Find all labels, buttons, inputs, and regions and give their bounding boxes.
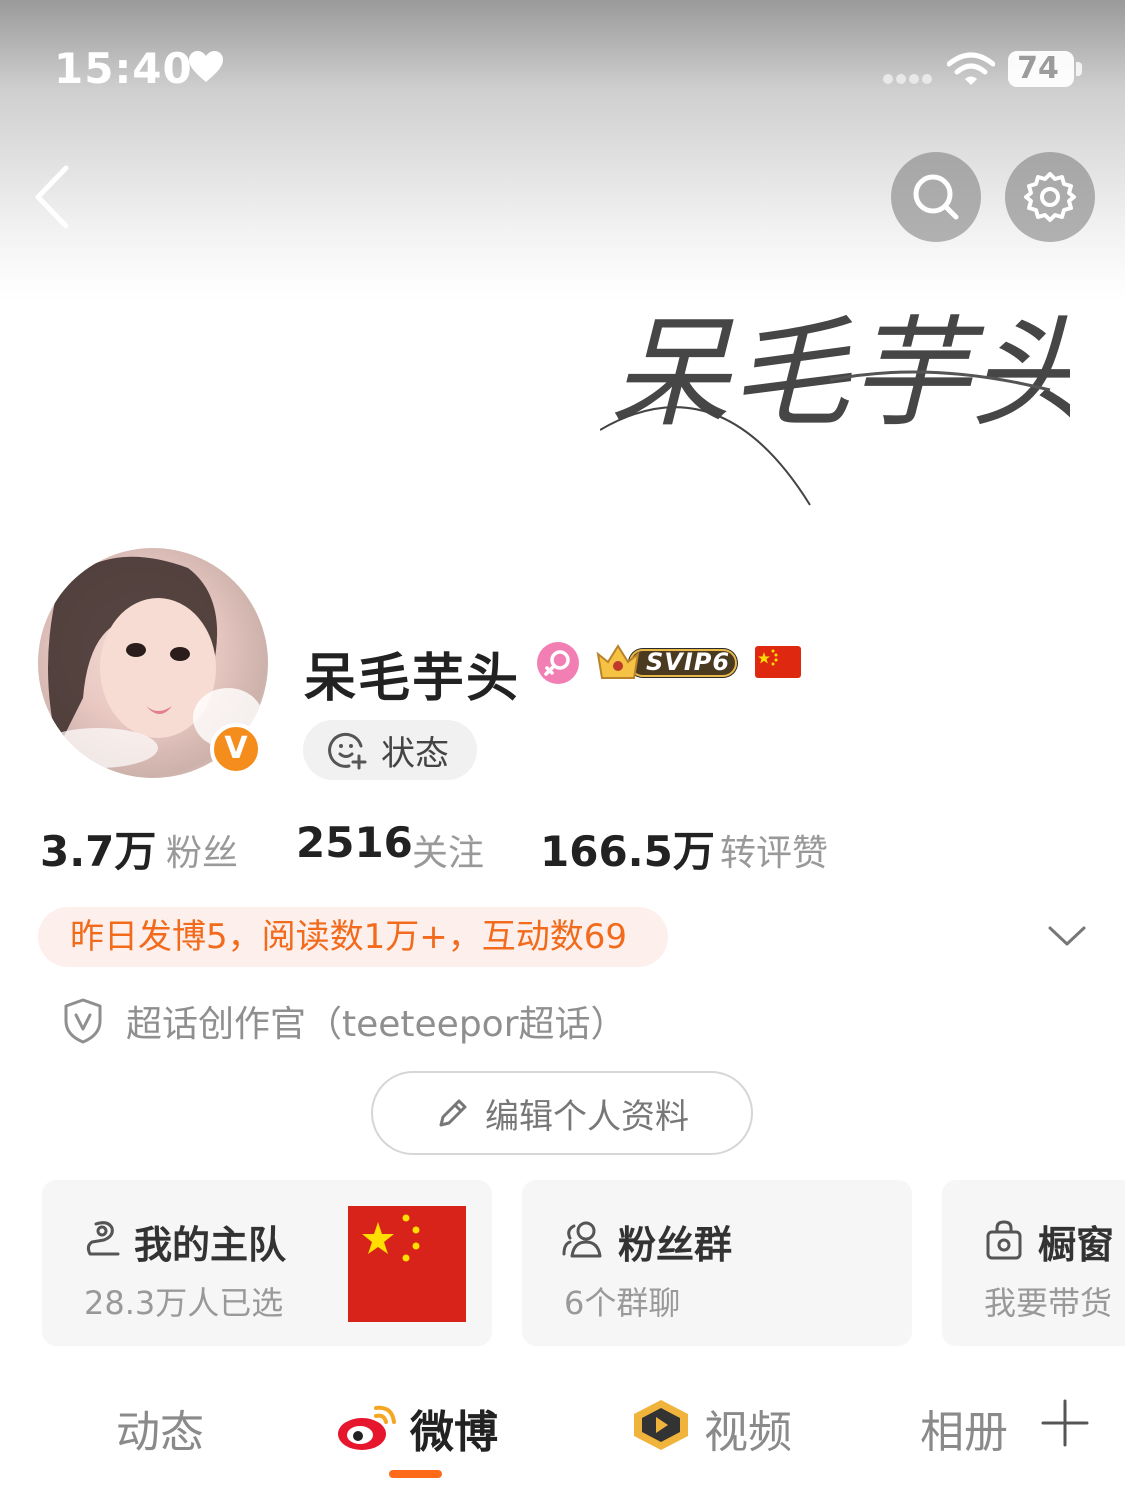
battery-tip — [1076, 62, 1082, 76]
settings-button[interactable] — [1005, 152, 1095, 242]
shield-icon — [64, 998, 102, 1044]
pencil-icon — [439, 1099, 467, 1127]
female-gender-icon — [537, 642, 579, 684]
emoji-add-icon — [328, 732, 367, 770]
weibo-logo-icon — [338, 1405, 396, 1450]
tab-album[interactable]: 相册 — [920, 1396, 1008, 1460]
battery-indicator: 74 — [1008, 51, 1074, 87]
creator-title[interactable]: 超话创作官（teeteepor超话） — [62, 994, 627, 1048]
team-icon — [86, 1221, 120, 1256]
svip-badge-text: SVIP6 — [646, 648, 731, 676]
verified-badge: V — [210, 723, 262, 775]
card-showcase[interactable]: 橱窗 我要带货 — [942, 1180, 1125, 1346]
search-button[interactable] — [891, 152, 981, 242]
status-time: 15:40 — [54, 44, 193, 93]
shopping-bag-icon — [986, 1220, 1022, 1260]
cover-calligraphy-text: 呆毛芋头 — [610, 305, 1070, 444]
followers-label[interactable]: 粉丝 — [166, 824, 238, 876]
china-flag-icon — [755, 646, 801, 678]
battery-level: 74 — [1017, 51, 1059, 86]
group-icon — [562, 1221, 602, 1258]
search-icon — [913, 174, 959, 220]
card-showcase-subtitle: 我要带货 — [984, 1284, 1113, 1322]
chevron-down-icon[interactable] — [1046, 922, 1088, 950]
heart-icon — [189, 51, 223, 82]
status-button[interactable]: 状态 — [303, 720, 477, 780]
profile-tabs: 动态 微博 视频 相册 — [0, 1390, 1125, 1488]
card-home-team-title: 我的主队 — [134, 1223, 287, 1267]
edit-profile-label: 编辑个人资料 — [485, 1096, 689, 1137]
tab-video[interactable]: 视频 — [704, 1396, 792, 1460]
status-label: 状态 — [381, 733, 449, 774]
card-fan-groups-title: 粉丝群 — [618, 1223, 733, 1267]
card-fan-groups-subtitle: 6个群聊 — [564, 1284, 681, 1322]
card-home-team-subtitle: 28.3万人已选 — [84, 1284, 284, 1322]
active-tab-indicator — [389, 1470, 442, 1478]
gear-icon — [1024, 172, 1076, 222]
creator-title-label: 超话创作官（teeteepor超话） — [126, 1004, 627, 1045]
following-count[interactable]: 2516 — [296, 818, 413, 867]
card-fan-groups[interactable]: 粉丝群 6个群聊 — [522, 1180, 912, 1346]
activity-summary[interactable]: 昨日发博5，阅读数1万+，互动数69 — [38, 907, 668, 967]
wifi-icon — [947, 52, 995, 85]
tab-weibo[interactable]: 微博 — [410, 1396, 498, 1460]
username: 呆毛芋头 — [304, 649, 521, 709]
plus-icon[interactable] — [1040, 1398, 1090, 1448]
interactions-count[interactable]: 166.5万 — [540, 818, 715, 879]
interactions-label[interactable]: 转评赞 — [720, 824, 828, 876]
followers-count[interactable]: 3.7万 — [40, 818, 156, 879]
profile-stats: 3.7万 粉丝 2516 关注 166.5万 转评赞 — [0, 818, 1125, 878]
cover-calligraphy: 呆毛芋头 — [600, 305, 1070, 506]
card-showcase-title: 橱窗 — [1038, 1223, 1115, 1267]
edit-profile-button[interactable]: 编辑个人资料 — [371, 1071, 753, 1155]
card-home-team[interactable]: 我的主队 28.3万人已选 — [42, 1180, 492, 1346]
following-label[interactable]: 关注 — [412, 824, 484, 876]
back-arrow-icon[interactable] — [28, 162, 78, 232]
china-flag-icon — [348, 1206, 466, 1322]
cellular-signal-icon — [883, 74, 932, 84]
svip-badge[interactable]: SVIP6 — [594, 640, 744, 686]
video-play-icon — [634, 1400, 688, 1450]
tab-feed[interactable]: 动态 — [116, 1396, 204, 1460]
